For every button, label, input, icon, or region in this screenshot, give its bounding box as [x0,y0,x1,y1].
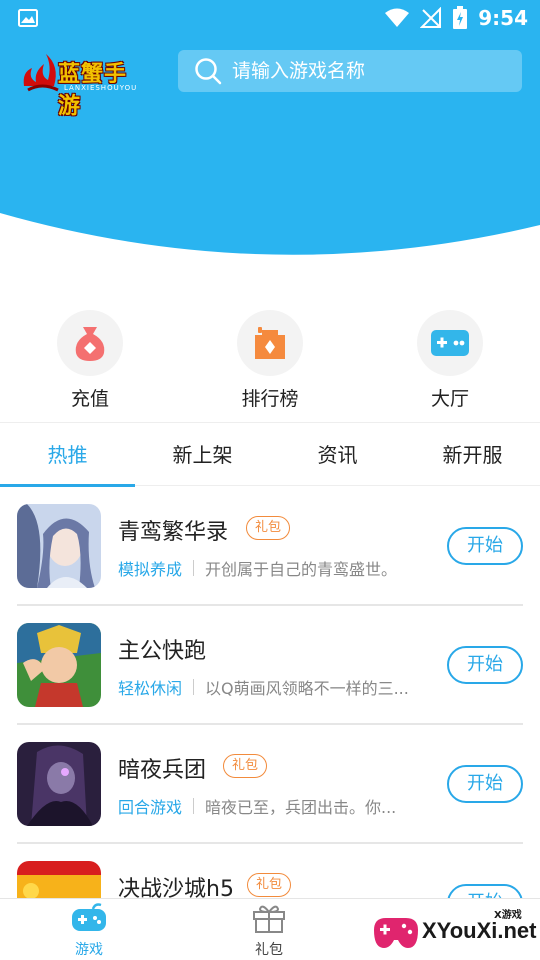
start-game-button[interactable]: 开始 [447,527,523,565]
game-name: 主公快跑 [118,639,207,664]
gamepad-icon [72,903,106,931]
quick-entry-ranking-icon-wrap [237,310,303,376]
quick-entry-label: 充值 [70,388,109,410]
watermark-text: XYouXi.net [422,918,537,943]
ranking-icon [255,327,285,359]
tab-new-release[interactable]: 新上架 [135,423,270,486]
quick-entry-row: 充值 排行榜 大厅 [0,310,540,420]
game-description: 暗夜已至，兵团出击。你... [205,798,397,817]
tab-hot[interactable]: 热推 [0,423,135,487]
game-art-anye [17,742,101,826]
separator [193,560,194,576]
nav-label: 礼包 [255,942,283,958]
tab-new-server[interactable]: 新开服 [405,423,540,486]
divider [17,842,523,844]
gift-icon [253,905,285,933]
header-wave-background [0,0,540,255]
logo-subtext: LANXIESHOUYOU [64,84,138,92]
tab-news[interactable]: 资讯 [270,423,405,486]
quick-entry-recharge-icon-wrap [57,310,123,376]
gamepad-icon [431,330,469,356]
quick-entry-ranking[interactable]: 排行榜 [210,310,330,411]
nav-item-games[interactable]: 游戏 [39,903,139,959]
game-name: 青鸾繁华录 [118,520,229,545]
search-bar[interactable] [178,50,522,92]
status-bar: 9:54 [0,0,540,36]
game-category: 回合游戏 [118,798,183,817]
divider [17,723,523,725]
category-tabs: 热推 新上架 资讯 新开服 [0,422,540,487]
start-game-button[interactable]: 开始 [447,765,523,803]
game-category: 轻松休闲 [118,679,183,698]
start-game-button[interactable]: 开始 [447,646,523,684]
search-icon [195,58,222,85]
app-logo: 蓝蟹手游 LANXIESHOUYOU [18,46,148,119]
quick-entry-recharge[interactable]: 充值 [30,310,150,411]
battery-charging-icon [453,6,468,29]
game-thumbnail[interactable] [17,504,101,588]
game-art-qingluan [17,504,101,588]
game-list-item[interactable]: 主公快跑 轻松休闲 以Q萌画风领略不一样的三... 开始 [0,623,540,742]
logo-mark-icon [23,54,59,92]
quick-entry-label: 排行榜 [241,388,299,410]
search-input[interactable] [232,60,512,82]
quick-entry-label: 大厅 [430,388,469,410]
quick-entry-lobby[interactable]: 大厅 [390,310,510,411]
game-thumbnail[interactable] [17,742,101,826]
separator [193,798,194,814]
divider [17,604,523,606]
game-art-zhugong [17,623,101,707]
clock: 9:54 [478,6,528,30]
wifi-icon [385,8,410,27]
image-notification-icon [18,9,38,27]
header-banner [0,0,540,260]
game-category: 模拟养成 [118,560,183,579]
nav-item-gifts[interactable]: 礼包 [219,903,319,959]
game-thumbnail[interactable] [17,623,101,707]
separator [193,679,194,695]
nav-label: 游戏 [75,942,103,958]
game-name: 暗夜兵团 [118,758,207,783]
game-list-item[interactable]: 青鸾繁华录 礼包 模拟养成 开创属于自己的青鸾盛世。 开始 [0,504,540,623]
money-bag-icon [75,327,105,361]
watermark: X游戏 XYouXi.net [364,900,540,960]
game-description: 以Q萌画风领略不一样的三... [205,679,409,698]
game-description: 开创属于自己的青鸾盛世。 [205,560,398,579]
gift-badge: 礼包 [246,516,291,540]
no-signal-icon [420,7,442,28]
watermark-logo-icon [374,918,418,948]
game-list-item[interactable]: 暗夜兵团 礼包 回合游戏 暗夜已至，兵团出击。你... 开始 [0,742,540,861]
quick-entry-lobby-icon-wrap [417,310,483,376]
gift-badge: 礼包 [247,873,292,897]
gift-badge: 礼包 [223,754,268,778]
